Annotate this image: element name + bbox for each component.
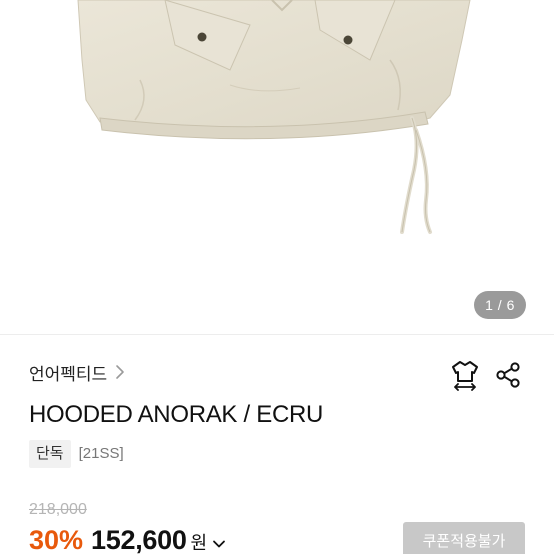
exclusive-badge: 단독 bbox=[29, 440, 71, 468]
chevron-right-icon bbox=[116, 365, 125, 379]
jacket-size-icon bbox=[452, 361, 478, 391]
section-divider bbox=[0, 334, 554, 335]
product-detail-page: 1 / 6 언어펙티드 HOODED ANORAK / ECRU 단독 [21S… bbox=[0, 0, 554, 554]
share-icon bbox=[496, 362, 520, 388]
season-label: [21SS] bbox=[78, 445, 124, 462]
product-image-carousel[interactable]: 1 / 6 bbox=[0, 0, 554, 334]
brand-name: 언어펙티드 bbox=[29, 364, 108, 384]
currency-unit: 원 bbox=[190, 533, 208, 553]
product-tags: 단독 [21SS] bbox=[29, 440, 124, 468]
discount-rate: 30% bbox=[29, 525, 84, 554]
image-pager: 1 / 6 bbox=[474, 291, 526, 319]
share-button[interactable] bbox=[492, 358, 524, 392]
chevron-down-icon[interactable] bbox=[211, 536, 227, 552]
product-image bbox=[77, 0, 471, 234]
coupon-unavailable-button[interactable]: 쿠폰적용불가 bbox=[403, 522, 525, 554]
product-title: HOODED ANORAK / ECRU bbox=[29, 401, 324, 428]
sale-price: 152,600 bbox=[91, 525, 187, 554]
size-fit-button[interactable] bbox=[449, 358, 481, 392]
price-row: 30% 152,600 원 bbox=[29, 525, 227, 554]
original-price: 218,000 bbox=[29, 501, 87, 518]
brand-link[interactable]: 언어펙티드 bbox=[29, 358, 127, 386]
